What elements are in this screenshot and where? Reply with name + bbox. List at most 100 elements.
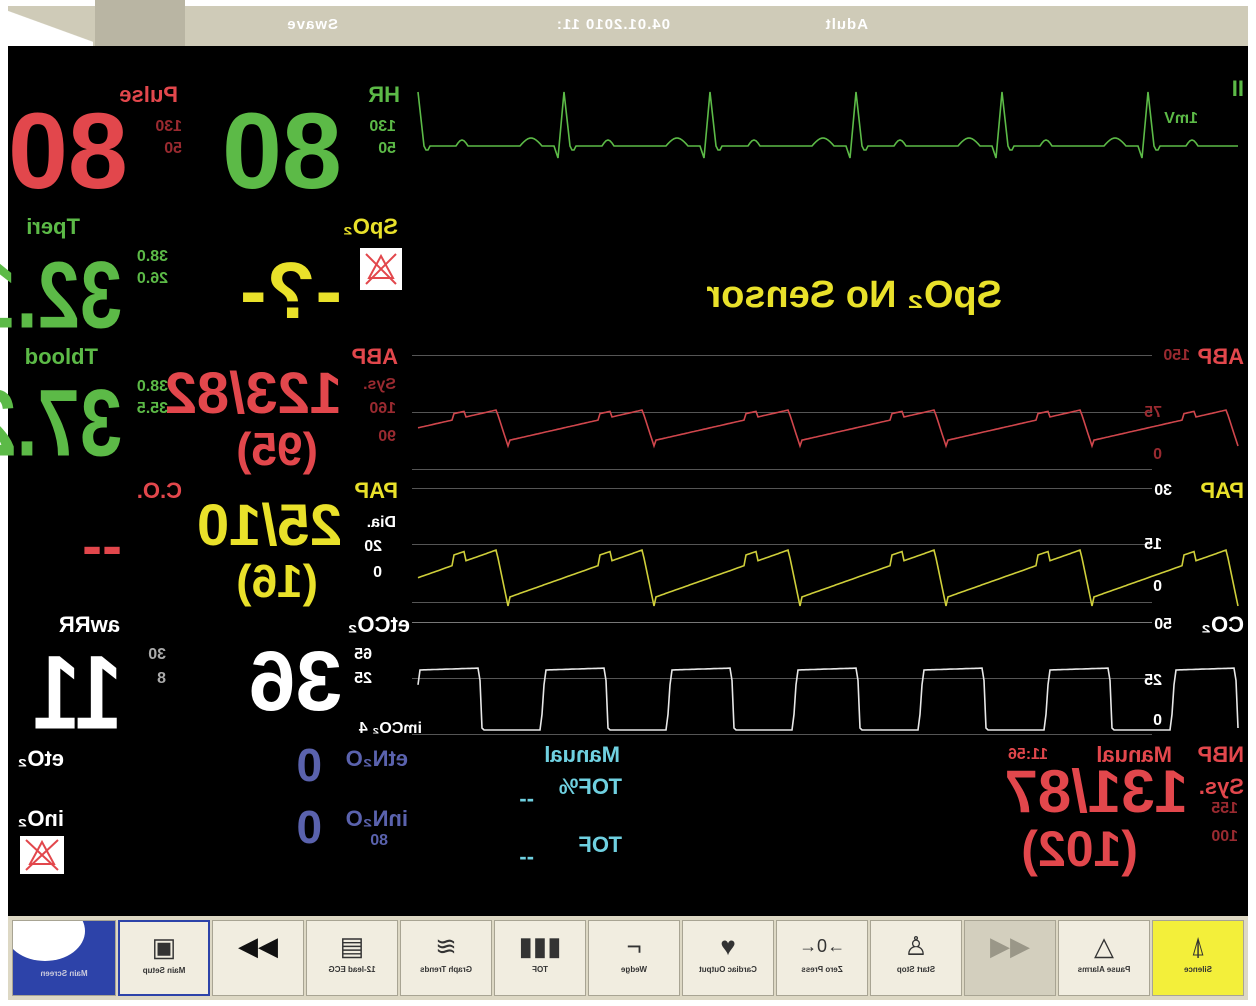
abp-limit-high: 160 [369,400,396,417]
start-stop-button[interactable]: ♙ Start Stop [870,920,962,996]
pap-label: PAP [354,478,398,503]
bars-icon: ▮▮▮ [518,931,562,961]
tblood-value[interactable]: 37.2 [0,370,122,476]
spo2-alarm-off-icon[interactable] [360,248,402,290]
tblood-limit-low: 35.5 [136,400,168,417]
corner-fold [8,6,93,46]
hr-label: HR [368,82,400,107]
awrr-limit-low: 8 [157,670,166,687]
nbp-label: NBP [1197,742,1244,767]
co2-grid-top [412,622,1152,623]
nbp-sub: Sys. [1198,774,1244,799]
co2-wave-label: CO₂ [1201,612,1244,637]
co-value[interactable]: -- [82,512,122,579]
wedge-curve-icon: ⌐ [626,931,642,961]
pause-alarms-button[interactable]: △ Pause Alarms [1058,920,1150,996]
co2-waveform [417,667,1239,731]
image-crop-mask [450,0,548,4]
abp-scale-mid: 75 [1144,404,1162,421]
pulse-value[interactable]: 80 [8,90,128,211]
tof-mode: Manual [544,742,620,767]
abp-value[interactable]: 123/82 [165,361,342,426]
main-screen-button[interactable]: Main Screen [12,920,116,996]
ecg-waveform [417,91,1238,159]
abp-mean: (95) [236,423,318,475]
rewind-icon: ▶▶ [238,931,278,961]
back-button[interactable]: ▶▶ [212,920,304,996]
image-crop-mask [185,0,453,4]
hr-value[interactable]: 80 [222,90,342,211]
pap-mode: Dia. [366,514,396,531]
cardiac-output-button[interactable]: ♥ Cardiac Output [682,920,774,996]
nbp-limit-high: 155 [1211,800,1238,817]
ino2-alarm-off-icon[interactable] [20,836,64,874]
zero-press-button[interactable]: →0← Zero Press [776,920,868,996]
nbp-value[interactable]: 131/87 [1004,758,1188,825]
12-lead-ecg-button[interactable]: ▤ 12-lead ECG [306,920,398,996]
silence-button[interactable]: ⍋ Silence [1152,920,1244,996]
wedge-button[interactable]: ⌐ Wedge [588,920,680,996]
hr-limit-low: 50 [378,140,396,157]
etn2o-label: etN₂O [345,746,408,771]
pap-mean: (16) [236,555,318,607]
ecg-scale-label: 1mV [1164,110,1198,127]
pap-value[interactable]: 25/10 [197,493,342,558]
co2-scale-mid: 25 [1144,672,1162,689]
abp-limit-low: 90 [378,428,396,445]
ecg-lead-label: II [1231,76,1244,101]
redacted-bar [208,46,608,76]
abp-scale-low: 0 [1153,446,1162,463]
inn2o-limit: 80 [370,832,388,849]
pulse-label: Pulse [119,82,178,107]
forward-button[interactable]: ◀◀ [964,920,1056,996]
trend-graph-icon: ≋ [435,931,457,961]
abp-scale-top: 150 [1163,347,1190,364]
spo2-value[interactable]: -?- [240,246,342,336]
tblood-label: Tblood [24,344,98,369]
pap-limit-high: 20 [364,538,382,555]
tperi-value[interactable]: 32.1 [0,242,122,348]
etco2-label: etCO₂ [347,612,410,637]
softkey-bar: ⍋ Silence △ Pause Alarms ◀◀ ♙ Start Stop… [8,916,1248,1000]
inn2o-value[interactable]: 0 [296,801,322,853]
main-setup-button[interactable]: ▣ Main Setup [118,920,210,996]
hr-limit-high: 130 [369,118,396,135]
top-status-bar: Adult 04.01.2010 11: Swave [8,0,1248,47]
corner-tab [95,0,185,46]
co2-scale-low: 0 [1153,712,1162,729]
pap-scale-low: 0 [1153,578,1162,595]
inn2o-label: inN₂O [345,806,408,831]
awrr-value[interactable]: 11 [33,634,122,752]
tperi-limit-high: 38.0 [136,248,168,265]
patient-cuff-icon: ♙ [904,931,928,961]
pap-scale-top: 30 [1154,482,1172,499]
pap-wave-label: PAP [1200,478,1244,503]
abp-mode: Sys. [363,376,396,393]
tperi-limit-low: 26.0 [136,270,168,287]
monitor-screen: II 1mV HR 130 50 80 Pulse 130 50 80 SpO₂… [0,46,1248,916]
ino2-label: inO₂ [17,806,64,831]
pulse-limit-high: 130 [155,118,182,135]
etco2-value[interactable]: 36 [249,634,342,728]
bed-label[interactable]: Swave [286,16,338,33]
pap-scale-mid: 15 [1144,536,1162,553]
inco2-label: imCO₂ 4 [358,720,422,737]
date-time: 04.01.2010 11: [555,16,670,33]
etco2-limit-high: 65 [354,646,372,663]
tof-value[interactable]: -- [519,844,534,870]
silence-alarm-icon: ⍋ [1190,931,1206,961]
tof-button[interactable]: ▮▮▮ TOF [494,920,586,996]
spo2-no-sensor-message: SpO₂ No Sensor [706,274,1002,316]
graph-trends-button[interactable]: ≋ Graph Trends [400,920,492,996]
patient-category[interactable]: Adult [825,16,868,33]
spo2-label: SpO₂ [343,214,398,239]
pap-waveform [417,549,1239,607]
tof-pct-label: TOF% [558,774,622,799]
zero-arrows-icon: →0← [799,936,846,956]
pap-limit-low: 0 [373,564,382,581]
fast-forward-icon: ◀◀ [990,931,1030,961]
etn2o-value[interactable]: 0 [296,739,322,791]
home-icon [12,920,85,961]
tof-pct-value[interactable]: -- [519,786,534,812]
nbp-limit-low: 100 [1211,828,1238,845]
